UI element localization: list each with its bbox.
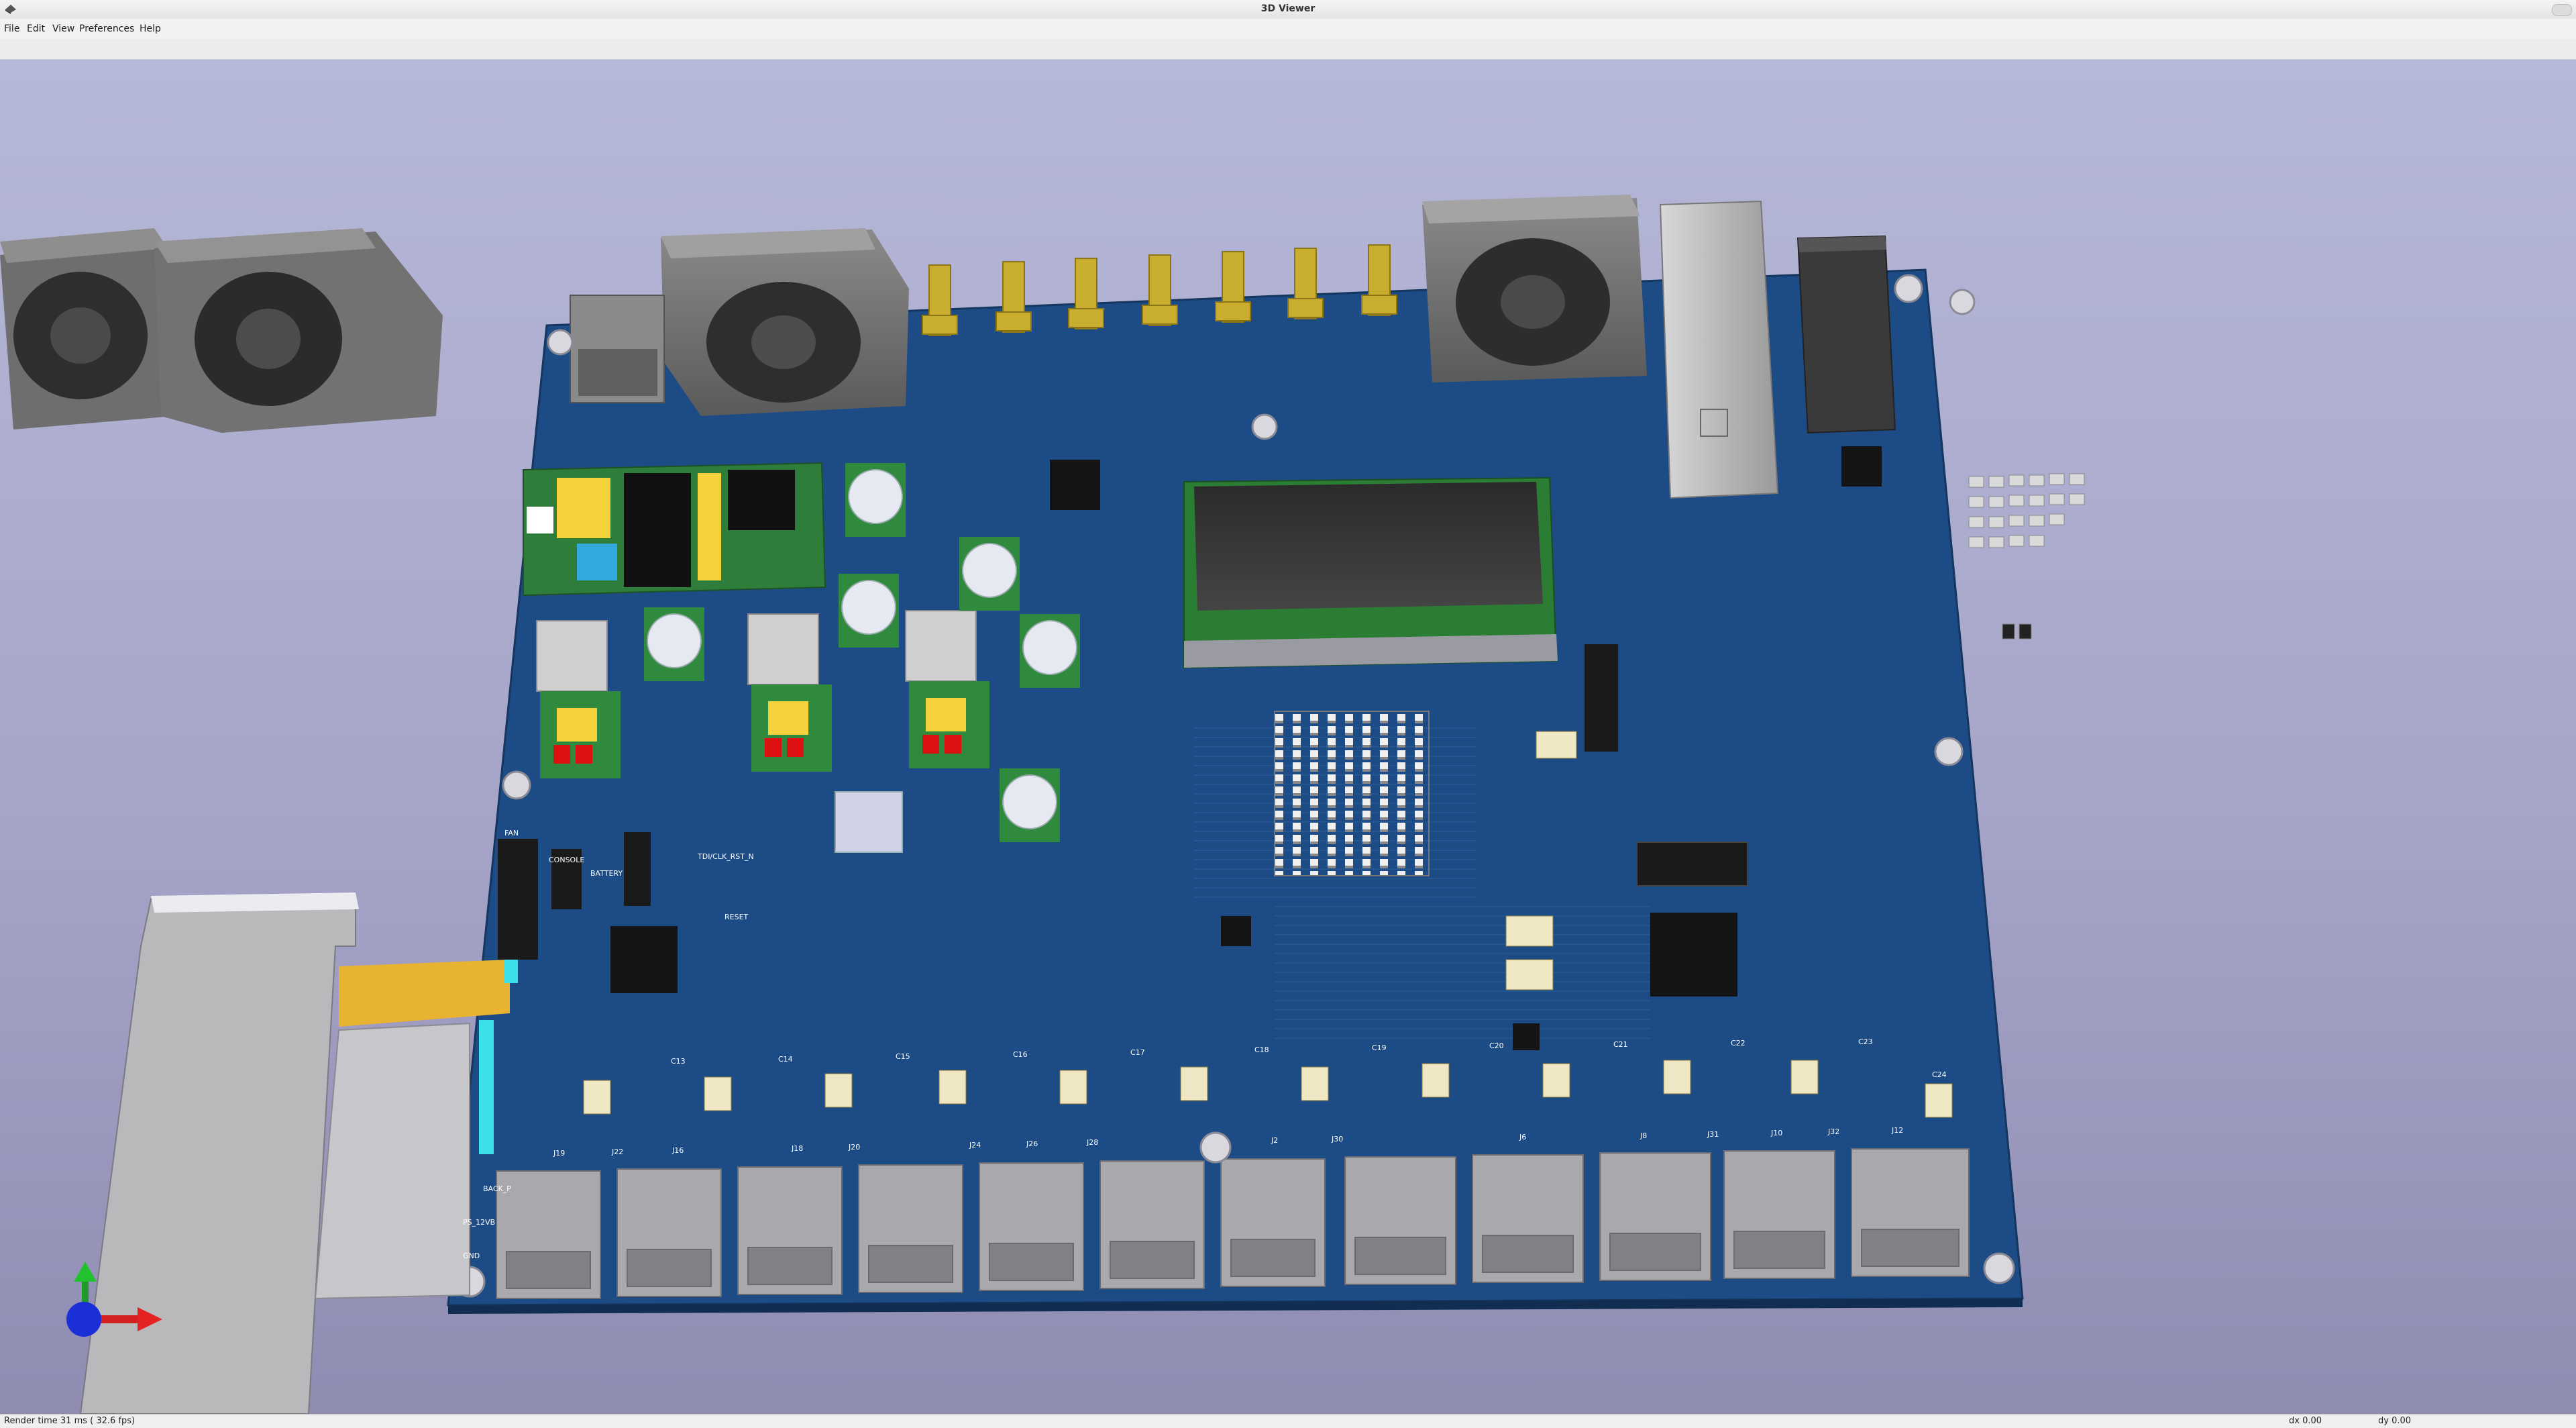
dy-readout: dy 0.00 bbox=[2378, 1416, 2412, 1426]
svg-text:C24: C24 bbox=[1932, 1070, 1947, 1079]
power-connector bbox=[570, 295, 665, 403]
menu-file[interactable]: File bbox=[4, 23, 19, 34]
svg-text:C16: C16 bbox=[1013, 1050, 1028, 1059]
svg-text:RESET: RESET bbox=[724, 913, 749, 921]
dx-readout: dx 0.00 bbox=[2289, 1416, 2322, 1426]
sfp-cage bbox=[1659, 200, 1779, 499]
dcdc-module bbox=[523, 462, 826, 597]
svg-text:C17: C17 bbox=[1130, 1048, 1145, 1057]
menu-bar: File Edit View Preferences Help bbox=[0, 19, 2576, 39]
svg-text:J8: J8 bbox=[1640, 1131, 1647, 1140]
svg-text:BACK_P: BACK_P bbox=[483, 1184, 511, 1193]
svg-text:J28: J28 bbox=[1086, 1138, 1098, 1147]
menu-view[interactable]: View bbox=[52, 23, 74, 34]
window-close-button[interactable] bbox=[2552, 4, 2572, 16]
svg-text:PS_12VB: PS_12VB bbox=[463, 1218, 495, 1227]
svg-text:J31: J31 bbox=[1707, 1130, 1719, 1139]
status-bar: Render time 31 ms ( 32.6 fps) dx 0.00 dy… bbox=[0, 1414, 2576, 1428]
window-title: 3D Viewer bbox=[1260, 3, 1316, 14]
fan-2 bbox=[154, 228, 443, 433]
svg-text:J32: J32 bbox=[1827, 1127, 1839, 1136]
svg-text:J22: J22 bbox=[611, 1148, 623, 1156]
board-fan-left bbox=[661, 228, 909, 416]
svg-text:J10: J10 bbox=[1770, 1129, 1782, 1137]
storage-device bbox=[79, 892, 518, 1414]
bottom-connectors bbox=[496, 1148, 1970, 1299]
svg-text:J30: J30 bbox=[1331, 1135, 1343, 1143]
menu-edit[interactable]: Edit bbox=[27, 23, 45, 34]
render-time-readout: Render time 31 ms ( 32.6 fps) bbox=[4, 1416, 136, 1426]
svg-text:J16: J16 bbox=[672, 1146, 684, 1155]
svg-text:C22: C22 bbox=[1731, 1039, 1746, 1048]
ram-module bbox=[1183, 476, 1558, 669]
svg-text:J24: J24 bbox=[969, 1141, 981, 1150]
svg-text:J20: J20 bbox=[848, 1143, 860, 1152]
svg-text:C23: C23 bbox=[1858, 1037, 1873, 1046]
svg-text:GND: GND bbox=[463, 1252, 480, 1260]
board-fan-right bbox=[1422, 195, 1647, 382]
3d-viewport[interactable]: CONSOLE BATTERY TDI/CLK_RST_N RESET FAN … bbox=[0, 60, 2576, 1414]
pcb-3d-scene: CONSOLE BATTERY TDI/CLK_RST_N RESET FAN … bbox=[0, 195, 2085, 1414]
svg-text:C14: C14 bbox=[778, 1055, 793, 1064]
toolbar bbox=[0, 39, 2576, 60]
loose-components bbox=[1968, 473, 2085, 640]
heatsink bbox=[1274, 711, 1430, 876]
fan-1 bbox=[0, 228, 174, 429]
title-bar: 3D Viewer bbox=[0, 0, 2576, 19]
svg-text:C19: C19 bbox=[1372, 1043, 1387, 1052]
svg-text:CONSOLE: CONSOLE bbox=[549, 856, 584, 864]
svg-text:C18: C18 bbox=[1254, 1046, 1269, 1054]
svg-text:C13: C13 bbox=[671, 1057, 686, 1066]
svg-text:TDI/CLK_RST_N: TDI/CLK_RST_N bbox=[697, 852, 754, 861]
svg-text:BATTERY: BATTERY bbox=[590, 869, 623, 878]
svg-text:J6: J6 bbox=[1519, 1133, 1526, 1141]
svg-text:J12: J12 bbox=[1891, 1126, 1903, 1135]
svg-text:C15: C15 bbox=[896, 1052, 910, 1061]
menu-help[interactable]: Help bbox=[140, 23, 161, 34]
svg-text:C20: C20 bbox=[1489, 1041, 1504, 1050]
svg-text:J18: J18 bbox=[791, 1144, 803, 1153]
svg-text:J2: J2 bbox=[1271, 1136, 1278, 1145]
power-inductor-block bbox=[1796, 235, 1896, 434]
menu-preferences[interactable]: Preferences bbox=[79, 23, 134, 34]
svg-text:FAN: FAN bbox=[504, 829, 519, 837]
svg-text:J19: J19 bbox=[553, 1149, 565, 1158]
svg-text:C21: C21 bbox=[1613, 1040, 1628, 1049]
svg-text:J26: J26 bbox=[1026, 1139, 1038, 1148]
